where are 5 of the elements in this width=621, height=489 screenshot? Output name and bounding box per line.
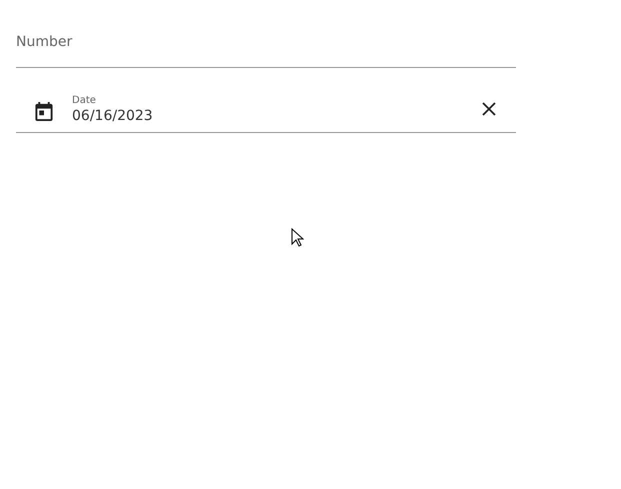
date-field[interactable]: Date 06/16/2023 [16, 90, 516, 133]
cursor-icon [291, 228, 304, 248]
close-icon[interactable] [482, 102, 496, 116]
field-label: Date [72, 94, 97, 108]
calendar-icon[interactable] [35, 101, 53, 121]
